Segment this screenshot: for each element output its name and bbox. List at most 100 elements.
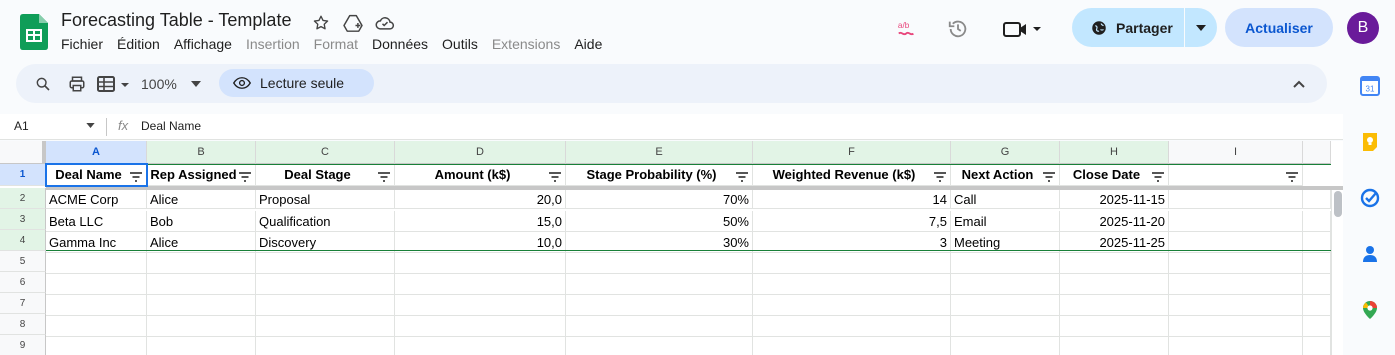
empty-cell[interactable] — [147, 316, 256, 337]
row-header-9[interactable]: 9 — [0, 335, 46, 355]
column-header-a[interactable]: A — [46, 141, 147, 164]
empty-cell[interactable] — [1169, 253, 1303, 274]
empty-cell[interactable] — [1303, 316, 1331, 337]
table-cell[interactable]: Proposal — [256, 190, 395, 209]
row-header-8[interactable]: 8 — [0, 314, 46, 335]
table-header-cell[interactable]: Weighted Revenue (k$) — [753, 164, 951, 186]
table-cell[interactable]: 7,5 — [753, 211, 951, 232]
table-cell[interactable]: Beta LLC — [46, 211, 147, 232]
empty-cell[interactable] — [566, 337, 753, 355]
table-cell[interactable]: 15,0 — [395, 211, 566, 232]
version-history-icon[interactable] — [946, 17, 970, 41]
zoom-select[interactable]: 100% — [141, 72, 211, 96]
row-header-4[interactable]: 4 — [0, 230, 46, 251]
table-format-icon[interactable] — [96, 72, 130, 96]
empty-cell[interactable] — [1169, 316, 1303, 337]
name-box[interactable]: A1 — [14, 119, 29, 133]
empty-cell[interactable] — [951, 274, 1060, 295]
empty-cell[interactable] — [147, 337, 256, 355]
row-header-3[interactable]: 3 — [0, 209, 46, 230]
scrollbar-thumb[interactable] — [1334, 191, 1342, 217]
table-header-cell[interactable]: Stage Probability (%) — [566, 164, 753, 186]
frozen-row-divider[interactable] — [46, 186, 1343, 190]
share-options-caret-icon[interactable] — [1185, 24, 1217, 31]
table-header-cell[interactable]: Close Date — [1060, 164, 1169, 186]
empty-cell[interactable] — [147, 295, 256, 316]
empty-cell[interactable] — [395, 295, 566, 316]
empty-cell[interactable] — [753, 295, 951, 316]
table-header-cell[interactable]: Deal Stage — [256, 164, 395, 186]
table-cell[interactable]: Bob — [147, 211, 256, 232]
column-header-h[interactable]: H — [1060, 141, 1169, 164]
table-cell[interactable] — [1169, 190, 1303, 209]
table-cell[interactable]: 2025-11-20 — [1060, 211, 1169, 232]
empty-cell[interactable] — [256, 337, 395, 355]
row-header-1[interactable]: 1 — [0, 164, 46, 186]
empty-cell[interactable] — [46, 274, 147, 295]
maps-icon[interactable] — [1360, 300, 1380, 320]
row-header-5[interactable]: 5 — [0, 251, 46, 272]
column-header-g[interactable]: G — [951, 141, 1060, 164]
empty-cell[interactable] — [753, 337, 951, 355]
contacts-icon[interactable] — [1360, 244, 1380, 264]
empty-cell[interactable] — [566, 316, 753, 337]
table-header-cell[interactable]: Next Action — [951, 164, 1060, 186]
table-cell[interactable]: Alice — [147, 190, 256, 209]
keep-icon[interactable] — [1360, 132, 1380, 152]
empty-cell[interactable] — [147, 253, 256, 274]
table-header-cell[interactable]: Amount (k$) — [395, 164, 566, 186]
empty-cell[interactable] — [256, 295, 395, 316]
filter-icon[interactable] — [239, 170, 251, 182]
select-all-corner[interactable] — [0, 141, 46, 164]
empty-cell[interactable] — [566, 274, 753, 295]
empty-cell[interactable] — [46, 337, 147, 355]
empty-cell[interactable] — [256, 253, 395, 274]
table-cell[interactable]: 20,0 — [395, 190, 566, 209]
empty-cell[interactable] — [753, 316, 951, 337]
empty-cell[interactable] — [1303, 295, 1331, 316]
empty-cell[interactable] — [566, 295, 753, 316]
menu-item-3[interactable]: Insertion — [239, 35, 307, 53]
table-cell[interactable] — [1303, 190, 1331, 209]
read-only-badge[interactable]: Lecture seule — [219, 69, 374, 97]
table-cell[interactable]: Email — [951, 211, 1060, 232]
row-header-6[interactable]: 6 — [0, 272, 46, 293]
empty-cell[interactable] — [395, 316, 566, 337]
empty-cell[interactable] — [1169, 274, 1303, 295]
table-cell[interactable]: ACME Corp — [46, 190, 147, 209]
move-to-drive-icon[interactable] — [342, 12, 364, 34]
sheets-logo-icon[interactable] — [20, 14, 48, 50]
tasks-icon[interactable] — [1360, 188, 1380, 208]
name-box-caret-icon[interactable] — [86, 123, 95, 128]
empty-cell[interactable] — [1169, 295, 1303, 316]
column-header-i[interactable]: I — [1169, 141, 1303, 164]
table-header-cell[interactable] — [1169, 164, 1303, 186]
spelling-check-icon[interactable]: a/b — [895, 17, 919, 41]
filter-icon[interactable] — [1152, 170, 1164, 182]
menu-item-2[interactable]: Affichage — [167, 35, 239, 53]
empty-cell[interactable] — [147, 274, 256, 295]
empty-cell[interactable] — [395, 253, 566, 274]
refresh-button[interactable]: Actualiser — [1225, 8, 1333, 47]
table-cell[interactable] — [1303, 211, 1331, 232]
empty-cell[interactable] — [1303, 274, 1331, 295]
meet-video-icon[interactable] — [1001, 17, 1043, 41]
menu-item-1[interactable]: Édition — [110, 35, 167, 53]
empty-cell[interactable] — [1060, 295, 1169, 316]
filter-icon[interactable] — [549, 170, 561, 182]
empty-cell[interactable] — [566, 253, 753, 274]
empty-cell[interactable] — [395, 337, 566, 355]
vertical-scrollbar[interactable] — [1331, 188, 1343, 355]
column-header-c[interactable]: C — [256, 141, 395, 164]
filter-icon[interactable] — [378, 170, 390, 182]
table-cell[interactable]: Call — [951, 190, 1060, 209]
empty-cell[interactable] — [46, 253, 147, 274]
empty-cell[interactable] — [1303, 337, 1331, 355]
column-header-e[interactable]: E — [566, 141, 753, 164]
formula-input[interactable]: Deal Name — [141, 119, 201, 133]
table-cell[interactable] — [1169, 211, 1303, 232]
empty-cell[interactable] — [46, 316, 147, 337]
filter-icon[interactable] — [1286, 170, 1298, 182]
empty-cell[interactable] — [951, 337, 1060, 355]
empty-cell[interactable] — [753, 274, 951, 295]
